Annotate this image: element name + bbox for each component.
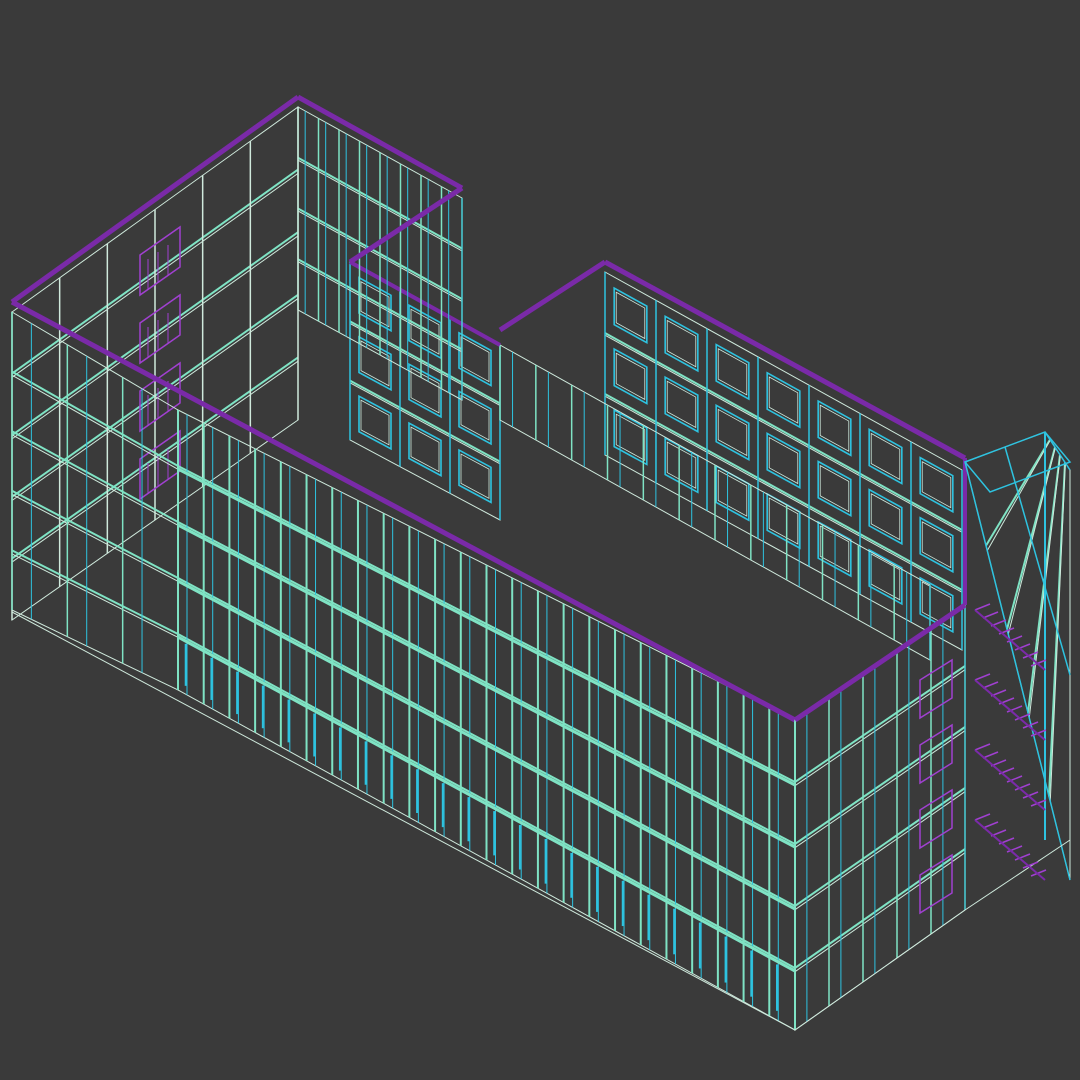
floor-band-edge — [794, 730, 966, 849]
window-inner — [870, 493, 901, 541]
window — [715, 403, 750, 461]
floor-band-edge — [794, 669, 966, 787]
stair-stringer — [974, 679, 1046, 741]
window — [868, 488, 903, 546]
window-inner — [768, 497, 799, 545]
window-inner — [360, 340, 390, 387]
window — [715, 464, 750, 522]
floor-band-edge — [794, 791, 966, 911]
window-inner — [870, 432, 901, 481]
window — [358, 394, 392, 451]
window-inner — [460, 336, 490, 383]
window-inner — [819, 404, 850, 452]
window-inner — [870, 553, 901, 601]
courtyard-back-wall — [604, 271, 963, 651]
stair-tread — [974, 813, 991, 821]
floor-band — [794, 726, 966, 845]
floor-band — [604, 393, 963, 591]
window-inner — [819, 525, 850, 573]
window-inner — [460, 394, 490, 441]
floor-band — [794, 665, 966, 783]
window — [408, 421, 442, 477]
window — [613, 286, 648, 345]
stair-tread — [974, 673, 991, 681]
window — [458, 390, 492, 446]
window — [919, 456, 954, 514]
stair-tower-base — [964, 839, 1071, 911]
stair-tread — [974, 743, 991, 751]
window — [766, 371, 801, 429]
window-inner — [615, 291, 646, 340]
window-inner — [360, 399, 390, 446]
window — [715, 343, 750, 401]
window-inner — [666, 380, 697, 429]
stair-tower-roof — [963, 431, 1072, 493]
window — [817, 399, 852, 457]
window — [664, 375, 699, 433]
window-inner — [717, 408, 748, 457]
ground-line — [11, 611, 796, 1031]
window — [817, 460, 852, 518]
roof-edge-back-left — [498, 259, 607, 333]
stair-tread — [974, 603, 991, 611]
window — [664, 314, 699, 373]
stair-tread — [982, 611, 999, 619]
floor-band — [11, 370, 179, 467]
window — [613, 347, 648, 405]
window — [766, 492, 801, 550]
window-inner — [460, 453, 490, 500]
window-inner — [768, 376, 799, 424]
stair-tread — [982, 821, 999, 829]
window-inner — [921, 581, 952, 629]
ground-line-east — [794, 909, 966, 1031]
window-inner — [615, 352, 646, 401]
window — [458, 448, 492, 504]
window-inner — [666, 319, 697, 368]
stair-tread — [982, 751, 999, 759]
window-inner — [921, 461, 952, 509]
window — [919, 516, 954, 574]
window — [868, 548, 903, 606]
window — [458, 331, 492, 387]
floor-band — [604, 332, 963, 531]
window-inner — [717, 348, 748, 396]
vertical-fin — [1044, 431, 1071, 471]
stair-window — [139, 225, 181, 297]
window-inner — [921, 521, 952, 569]
building-wireframe — [10, 94, 1072, 1031]
roof-edge-east — [793, 602, 967, 723]
window — [358, 335, 392, 392]
window-inner — [819, 464, 850, 513]
floor-band — [794, 787, 966, 907]
window-inner — [410, 367, 440, 414]
floor-band — [11, 430, 179, 523]
east-end-wall — [794, 604, 966, 1031]
window-inner — [717, 469, 748, 517]
east-stair-window — [919, 853, 953, 915]
stair-stringer — [974, 819, 1046, 881]
stair-tread — [982, 681, 999, 689]
window — [408, 362, 442, 419]
floor-band-edge — [794, 852, 966, 973]
floor-band — [794, 848, 966, 969]
roof-edge-front — [10, 299, 797, 723]
window — [766, 432, 801, 490]
window-inner — [768, 436, 799, 485]
window — [868, 428, 903, 485]
window-inner — [410, 426, 440, 473]
roof-edge-back — [603, 259, 967, 461]
stair-stringer — [974, 749, 1046, 811]
wireframe-viewport[interactable] — [0, 0, 1080, 1080]
